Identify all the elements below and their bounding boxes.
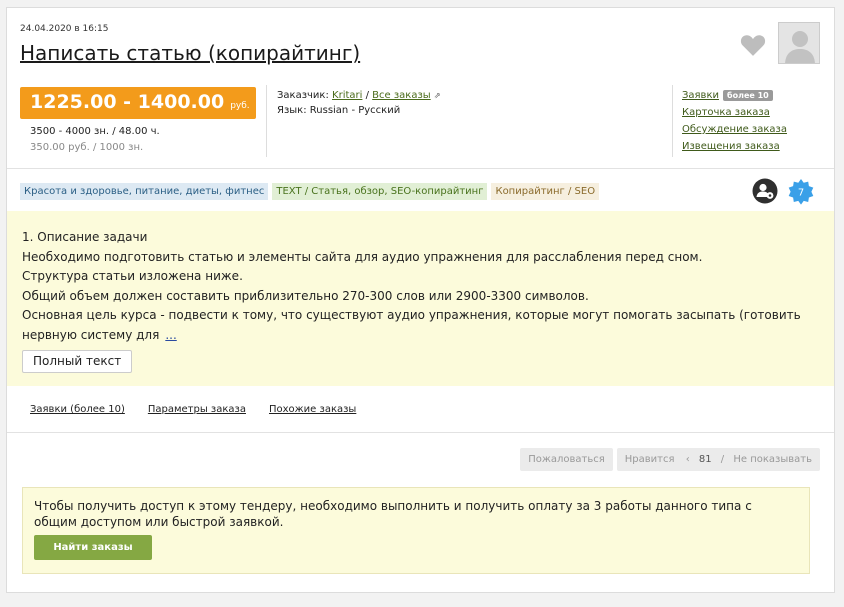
side-link-card[interactable]: Карточка заказа [682, 104, 787, 121]
order-card: 24.04.2020 в 16:15 Написать статью (копи… [6, 7, 835, 593]
notice-text: Чтобы получить доступ к этому тендеру, н… [34, 499, 752, 529]
user-settings-icon[interactable] [752, 178, 778, 204]
subnav-bids[interactable]: Заявки (более 10) [30, 404, 125, 415]
divider [7, 168, 834, 169]
order-date: 24.04.2020 в 16:15 [20, 24, 109, 34]
like-count: 81 [698, 454, 712, 465]
side-link-bids[interactable]: Заявки [682, 87, 719, 104]
subnav-params[interactable]: Параметры заказа [148, 404, 246, 415]
access-notice: Чтобы получить доступ к этому тендеру, н… [22, 487, 810, 574]
actions-separator: / [720, 454, 725, 465]
price-currency: руб. [230, 101, 250, 111]
price-amount: 1225.00 - 1400.00 [30, 91, 225, 113]
bids-count-badge: более 10 [723, 90, 773, 101]
side-link-notifications[interactable]: Извещения заказа [682, 138, 787, 155]
like-arrow-icon: ‹ [685, 454, 690, 465]
customer-link[interactable]: Kritari [332, 90, 362, 101]
description-line: 1. Описание задачи [22, 230, 148, 244]
like-button[interactable]: Нравится [625, 454, 675, 465]
tag-category-2[interactable]: TEXT / Статья, обзор, SEO-копирайтинг [272, 183, 488, 200]
all-orders-link[interactable]: Все заказы [372, 90, 431, 101]
tag-category-1[interactable]: Красота и здоровье, питание, диеты, фитн… [20, 183, 269, 200]
rating-badge: 7 [787, 178, 815, 206]
order-title[interactable]: Написать статью (копирайтинг) [20, 41, 360, 65]
order-subnav: Заявки (более 10) Параметры заказа Похож… [30, 404, 356, 415]
hide-button[interactable]: Не показывать [733, 454, 812, 465]
find-orders-button[interactable]: Найти заказы [34, 535, 152, 560]
category-tags: Красота и здоровье, питание, диеты, фитн… [20, 183, 600, 200]
customer-avatar[interactable] [778, 22, 820, 64]
external-link-icon: ⇗ [433, 91, 441, 100]
complain-button[interactable]: Пожаловаться [520, 448, 613, 471]
description-line: Структура статьи изложена ниже. [22, 269, 243, 283]
divider [266, 85, 267, 157]
divider [672, 85, 673, 157]
description-line: Основная цель курса - подвести к тому, ч… [22, 308, 801, 342]
order-info: Заказчик: Kritari / Все заказы ⇗ Язык: R… [277, 88, 441, 118]
divider [7, 432, 834, 433]
customer-label: Заказчик: [277, 90, 329, 101]
order-rate: 350.00 руб. / 1000 зн. [30, 142, 144, 153]
side-links: Заявки более 10 Карточка заказа Обсужден… [682, 87, 787, 155]
badge-count: 7 [798, 188, 804, 199]
full-text-button[interactable]: Полный текст [22, 350, 133, 373]
heart-icon[interactable] [740, 33, 766, 57]
like-hide-group: Нравится ‹ 81 / Не показывать [616, 448, 820, 471]
avatar-placeholder-icon [779, 23, 819, 63]
description-line: Необходимо подготовить статью и элементы… [22, 249, 703, 264]
side-link-discussion[interactable]: Обсуждение заказа [682, 121, 787, 138]
order-actions: Пожаловаться Нравится ‹ 81 / Не показыва… [520, 448, 820, 471]
price-badge: 1225.00 - 1400.00 руб. [20, 87, 256, 119]
read-more-link[interactable]: ... [165, 328, 176, 342]
info-separator: / [365, 90, 369, 101]
language-label: Язык: [277, 105, 307, 116]
language-value: Russian - Русский [309, 105, 401, 116]
description-line: Общий объем должен составить приблизител… [22, 288, 589, 303]
order-description: 1. Описание задачи Необходимо подготовит… [7, 211, 834, 386]
order-volume: 3500 - 4000 зн. / 48.00 ч. [30, 126, 160, 137]
badge-star-icon: 7 [788, 179, 814, 205]
tag-category-3[interactable]: Копирайтинг / SEO [491, 183, 600, 200]
subnav-similar[interactable]: Похожие заказы [269, 404, 356, 415]
